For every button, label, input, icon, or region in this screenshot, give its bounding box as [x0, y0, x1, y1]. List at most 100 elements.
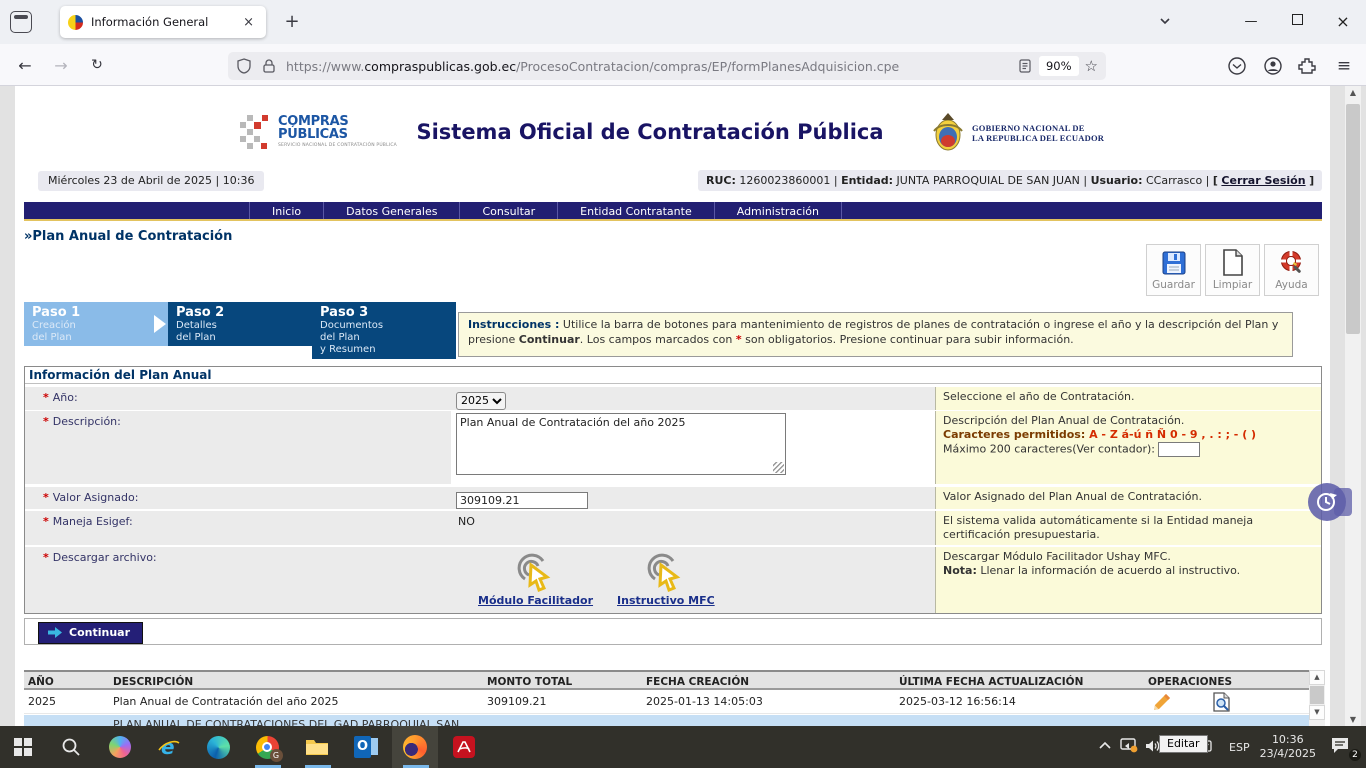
scroll-up-arrow-icon[interactable]: ▲ [1309, 670, 1325, 685]
url-text[interactable]: https://www.compraspublicas.gob.ec/Proce… [286, 59, 1017, 74]
clear-button[interactable]: Limpiar [1205, 244, 1260, 296]
taskbar-edge-button[interactable] [195, 726, 241, 768]
browser-tab[interactable]: Información General × [60, 6, 266, 38]
nav-item-administracion[interactable]: Administración [715, 202, 842, 219]
scrollbar-thumb[interactable] [1310, 686, 1324, 704]
click-download-icon [645, 553, 687, 593]
notification-badge: 2 [1348, 748, 1362, 762]
char-counter-input[interactable] [1158, 442, 1200, 457]
continue-row: Continuar [24, 618, 1322, 645]
browser-toolbar: ← → ↻ https://www.compraspublicas.gob.ec… [0, 44, 1366, 86]
continue-button[interactable]: Continuar [38, 622, 143, 644]
nav-item-datos-generales[interactable]: Datos Generales [324, 202, 460, 219]
taskbar-explorer-button[interactable] [294, 726, 340, 768]
taskbar-outlook-button[interactable]: O [343, 726, 389, 768]
session-info-box: RUC: 1260023860001 | Entidad: JUNTA PARR… [698, 170, 1322, 191]
reload-button[interactable]: ↻ [84, 53, 110, 79]
government-logo: GOBIERNO NACIONAL DE LA REPUBLICA DEL EC… [930, 111, 1104, 155]
step-1-creacion: Paso 1 Creación del Plan [24, 302, 168, 346]
record-action-bar: Guardar Limpiar Ayuda [1146, 244, 1319, 296]
bookmark-star-icon[interactable]: ☆ [1085, 57, 1098, 75]
explorer-open-indicator [305, 765, 331, 768]
editar-tooltip: Editar [1159, 735, 1208, 753]
logout-link[interactable]: Cerrar Sesión [1221, 174, 1305, 187]
taskbar-firefox-button[interactable] [392, 726, 438, 768]
scrollbar-thumb[interactable] [1346, 104, 1360, 334]
list-tabs-chevron-icon[interactable] [1158, 14, 1172, 28]
nav-item-inicio[interactable]: Inicio [249, 202, 324, 219]
account-icon[interactable] [1262, 55, 1284, 77]
plans-table: AÑO DESCRIPCIÓN MONTO TOTAL FECHA CREACI… [24, 670, 1309, 714]
zoom-level-indicator[interactable]: 90% [1039, 56, 1079, 76]
taskbar-copilot-button[interactable] [97, 726, 143, 768]
taskbar-ie-button[interactable]: e [146, 726, 192, 768]
gov-text-line1: GOBIERNO NACIONAL DE [972, 123, 1104, 133]
address-bar[interactable]: https://www.compraspublicas.gob.ec/Proce… [228, 52, 1106, 80]
start-button[interactable] [0, 726, 46, 768]
instructivo-mfc-download[interactable]: Instructivo MFC [617, 553, 715, 607]
textarea-resize-grip[interactable] [773, 462, 784, 473]
form-row-esigef: *Maneja Esigef: NO El sistema valida aut… [25, 511, 1321, 544]
continue-arrow-icon [48, 627, 62, 638]
table-row-partial[interactable]: PLAN ANUAL DE CONTRATACIONES DEL GAD PAR… [24, 715, 1309, 726]
nav-item-entidad-contratante[interactable]: Entidad Contratante [558, 202, 715, 219]
lock-icon[interactable] [261, 58, 277, 74]
page-scrollbar[interactable]: ▲ ▼ [1345, 86, 1361, 726]
firefox-view-icon[interactable] [10, 11, 32, 33]
tab-close-icon[interactable]: × [239, 15, 258, 30]
window-maximize-button[interactable] [1278, 8, 1316, 36]
descripcion-textarea[interactable]: Plan Anual de Contratación del año 2025 [456, 413, 786, 475]
scroll-down-arrow-icon[interactable]: ▼ [1309, 705, 1325, 720]
firefox-open-indicator [403, 765, 429, 768]
save-button[interactable]: Guardar [1146, 244, 1201, 296]
pocket-icon[interactable] [1226, 55, 1248, 77]
notification-icon [1330, 736, 1350, 754]
new-tab-button[interactable]: + [280, 10, 304, 34]
tray-expand-chevron-icon[interactable] [1093, 740, 1117, 754]
menu-hamburger-icon[interactable]: ≡ [1333, 55, 1355, 77]
window-minimize-button[interactable]: — [1232, 8, 1270, 36]
taskbar-search-button[interactable] [48, 726, 94, 768]
tray-clock[interactable]: 10:36 23/4/2025 [1260, 733, 1316, 761]
compras-publicas-mosaic-icon [238, 110, 274, 152]
scroll-up-arrow-icon[interactable]: ▲ [1345, 88, 1361, 97]
page-viewport: COMPRAS PÚBLICAS SERVICIO NACIONAL DE CO… [0, 86, 1366, 726]
taskbar-chrome-button[interactable]: G [244, 726, 290, 768]
widget-clock-icon[interactable] [1308, 483, 1346, 521]
table-scrollbar[interactable]: ▲ ▼ [1309, 670, 1325, 726]
copilot-icon [109, 736, 131, 758]
notification-center-button[interactable]: 2 [1330, 736, 1360, 758]
plan-anual-form: Información del Plan Anual *Año: 2025 Se… [24, 366, 1322, 614]
click-download-icon [515, 553, 557, 593]
esigef-value: NO [456, 513, 935, 528]
step-3-documentos: Paso 3 Documentos del Plan y Resumen [312, 302, 456, 359]
edge-icon [207, 736, 230, 759]
valor-label: Valor Asignado: [53, 491, 139, 504]
system-tray: ESP 10:36 23/4/2025 2 [1093, 726, 1366, 768]
esigef-label: Maneja Esigef: [53, 515, 133, 528]
window-close-button[interactable]: × [1324, 8, 1362, 36]
scroll-down-arrow-icon[interactable]: ▼ [1345, 715, 1361, 724]
back-button[interactable]: ← [12, 53, 38, 79]
reader-view-icon[interactable] [1017, 58, 1033, 74]
chars-permitted-value: A - Z á-ú ñ Ñ 0 - 9 , . : ; - ( ) [1085, 428, 1256, 441]
edit-pencil-icon[interactable] [1152, 692, 1172, 712]
extensions-puzzle-icon[interactable] [1297, 55, 1319, 77]
tracking-shield-icon[interactable] [236, 58, 252, 74]
valor-asignado-input[interactable] [456, 492, 588, 509]
nav-item-consultar[interactable]: Consultar [460, 202, 558, 219]
nota-text: Llenar la información de acuerdo al inst… [977, 564, 1240, 577]
taskbar-acrobat-button[interactable] [441, 726, 487, 768]
plans-table-header: AÑO DESCRIPCIÓN MONTO TOTAL FECHA CREACI… [24, 670, 1309, 690]
view-document-icon[interactable] [1212, 692, 1231, 712]
descripcion-help-1: Descripción del Plan Anual de Contrataci… [943, 414, 1184, 427]
form-row-ano: *Año: 2025 Seleccione el año de Contrata… [25, 387, 1321, 408]
firefox-icon [403, 735, 427, 759]
tray-cast-icon[interactable] [1117, 738, 1141, 756]
modulo-facilitador-download[interactable]: Módulo Facilitador [478, 553, 593, 607]
year-select[interactable]: 2025 [456, 392, 506, 410]
floating-session-widget[interactable] [1308, 482, 1354, 524]
help-button[interactable]: Ayuda [1264, 244, 1319, 296]
form-row-descripcion: *Descripción: Plan Anual de Contratación… [25, 411, 1321, 484]
language-indicator[interactable]: ESP [1229, 741, 1250, 754]
